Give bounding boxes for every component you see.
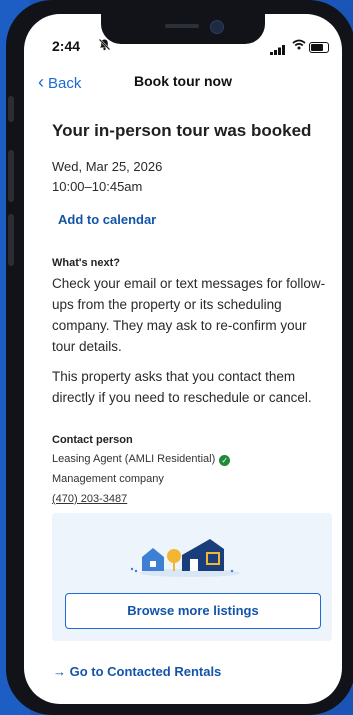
verified-check-icon: ✓ (219, 455, 231, 466)
add-to-calendar-link[interactable]: Add to calendar (58, 212, 156, 227)
contact-title: Contact person (52, 434, 133, 446)
confirmation-heading: Your in-person tour was booked (52, 121, 312, 140)
status-bar: 2:44 (24, 34, 342, 55)
whats-next-paragraph-2: This property asks that you contact them… (52, 369, 312, 405)
browse-listings-button[interactable]: Browse more listings (65, 593, 321, 629)
signal-icon (270, 42, 286, 60)
side-button (8, 96, 14, 122)
whats-next-paragraph-1: Check your email or text messages for fo… (52, 276, 326, 354)
camera (210, 20, 224, 34)
wifi-icon (292, 39, 306, 53)
go-to-contacted-rentals-link[interactable]: → Go to Contacted Rentals (53, 664, 221, 679)
battery-icon (309, 42, 329, 53)
speaker (165, 24, 199, 28)
contact-role: Management company (52, 473, 164, 485)
phone-frame: 2:44 ‹ Back Book tour now Your in-person … (6, 0, 353, 715)
page-title: Book tour now (134, 73, 232, 89)
tour-time: 10:00–10:45am (52, 179, 143, 194)
side-button (8, 150, 14, 202)
tour-date: Wed, Mar 25, 2026 (52, 159, 163, 174)
browse-listings-card: Browse more listings (52, 513, 332, 641)
houses-illustration (124, 531, 254, 579)
contact-phone-link[interactable]: (470) 203-3487 (52, 493, 127, 505)
status-time: 2:44 (52, 38, 81, 54)
whats-next-title: What's next? (52, 257, 121, 269)
contact-name-text: Leasing Agent (AMLI Residential) (52, 453, 216, 465)
contact-name: Leasing Agent (AMLI Residential) ✓ (52, 453, 231, 466)
silent-bell-icon (98, 38, 111, 54)
nav-bar: ‹ Back Book tour now (24, 68, 342, 98)
screen: 2:44 ‹ Back Book tour now Your in-person … (24, 14, 342, 704)
side-button (8, 214, 14, 266)
